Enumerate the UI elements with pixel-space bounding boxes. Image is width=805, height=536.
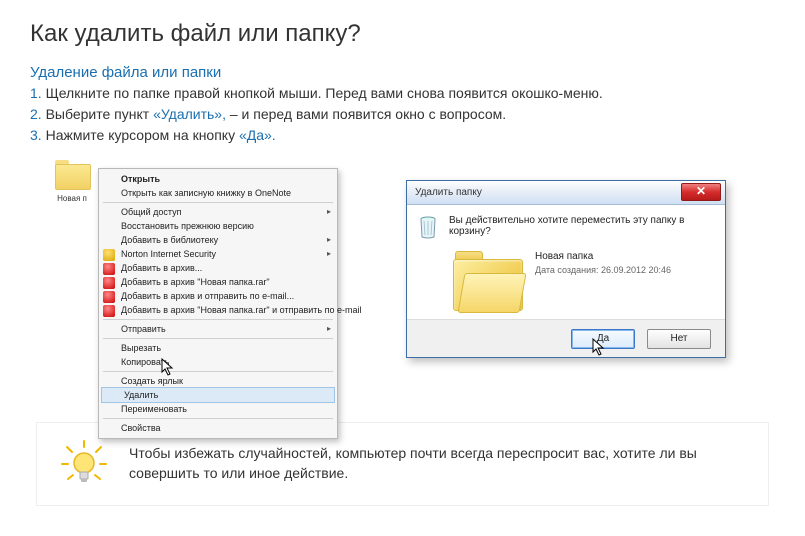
dialog-folder-date: Дата создания: 26.09.2012 20:46 bbox=[535, 265, 671, 275]
dialog-question: Вы действительно хотите переместить эту … bbox=[449, 215, 713, 237]
menu-delete[interactable]: Удалить bbox=[101, 387, 335, 403]
menu-copy[interactable]: Копировать bbox=[99, 355, 337, 369]
no-button[interactable]: Нет bbox=[647, 329, 711, 349]
menu-shortcut[interactable]: Создать ярлык bbox=[99, 374, 337, 388]
step-link: «Да». bbox=[239, 127, 276, 143]
folder-thumbnail[interactable]: Новая п bbox=[46, 160, 98, 203]
menu-archive[interactable]: Добавить в архив... bbox=[99, 261, 337, 275]
shield-icon bbox=[103, 249, 115, 261]
menu-onenote[interactable]: Открыть как записную книжку в OneNote bbox=[99, 186, 337, 200]
tip-text: Чтобы избежать случайностей, компьютер п… bbox=[129, 444, 746, 483]
menu-archive-named-email[interactable]: Добавить в архив "Новая папка.rar" и отп… bbox=[99, 303, 337, 317]
menu-archive-named[interactable]: Добавить в архив "Новая папка.rar" bbox=[99, 275, 337, 289]
context-menu-figure: Новая п Открыть Открыть как записную кни… bbox=[46, 160, 346, 410]
context-menu: Открыть Открыть как записную книжку в On… bbox=[98, 168, 338, 439]
step-text-after: – и перед вами появится окно с вопросом. bbox=[226, 106, 506, 122]
dialog-folder-name: Новая папка bbox=[535, 251, 671, 262]
folder-label: Новая п bbox=[46, 194, 98, 203]
menu-restore[interactable]: Восстановить прежнюю версию bbox=[99, 219, 337, 233]
folder-large-icon bbox=[449, 251, 525, 313]
close-button[interactable]: ✕ bbox=[681, 183, 721, 201]
step-3: 3. Нажмите курсором на кнопку «Да». bbox=[30, 125, 775, 146]
archive-icon bbox=[103, 305, 115, 317]
menu-rename[interactable]: Переименовать bbox=[99, 402, 337, 416]
delete-dialog-figure: Удалить папку ✕ Вы действительно хотите … bbox=[406, 180, 726, 358]
page-title: Как удалить файл или папку? bbox=[30, 20, 775, 48]
step-text: Выберите пункт bbox=[46, 106, 153, 122]
delete-dialog: Удалить папку ✕ Вы действительно хотите … bbox=[406, 180, 726, 358]
dialog-title: Удалить папку bbox=[415, 187, 482, 198]
section-subtitle: Удаление файла или папки bbox=[30, 64, 775, 81]
dialog-buttons: Да Нет bbox=[407, 319, 725, 357]
step-text: Щелкните по папке правой кнопкой мыши. П… bbox=[46, 85, 603, 101]
step-link: «Удалить», bbox=[153, 106, 226, 122]
archive-icon bbox=[103, 263, 115, 275]
archive-icon bbox=[103, 291, 115, 303]
step-number: 1. bbox=[30, 85, 42, 101]
menu-properties[interactable]: Свойства bbox=[99, 421, 337, 435]
menu-open[interactable]: Открыть bbox=[99, 172, 337, 186]
menu-send-to[interactable]: Отправить bbox=[99, 322, 337, 336]
cursor-icon bbox=[161, 358, 177, 378]
menu-library[interactable]: Добавить в библиотеку bbox=[99, 233, 337, 247]
step-number: 2. bbox=[30, 106, 42, 122]
menu-norton[interactable]: Norton Internet Security bbox=[99, 247, 337, 261]
menu-share[interactable]: Общий доступ bbox=[99, 205, 337, 219]
menu-cut[interactable]: Вырезать bbox=[99, 341, 337, 355]
recycle-bin-icon bbox=[419, 215, 437, 239]
cursor-icon bbox=[592, 338, 608, 358]
step-1: 1. Щелкните по папке правой кнопкой мыши… bbox=[30, 83, 775, 104]
step-2: 2. Выберите пункт «Удалить», – и перед в… bbox=[30, 104, 775, 125]
lightbulb-icon bbox=[59, 439, 109, 489]
instruction-steps: 1. Щелкните по папке правой кнопкой мыши… bbox=[30, 83, 775, 146]
folder-icon bbox=[52, 160, 92, 192]
archive-icon bbox=[103, 277, 115, 289]
menu-archive-email[interactable]: Добавить в архив и отправить по e-mail..… bbox=[99, 289, 337, 303]
step-text: Нажмите курсором на кнопку bbox=[46, 127, 239, 143]
dialog-titlebar[interactable]: Удалить папку ✕ bbox=[407, 181, 725, 205]
step-number: 3. bbox=[30, 127, 42, 143]
